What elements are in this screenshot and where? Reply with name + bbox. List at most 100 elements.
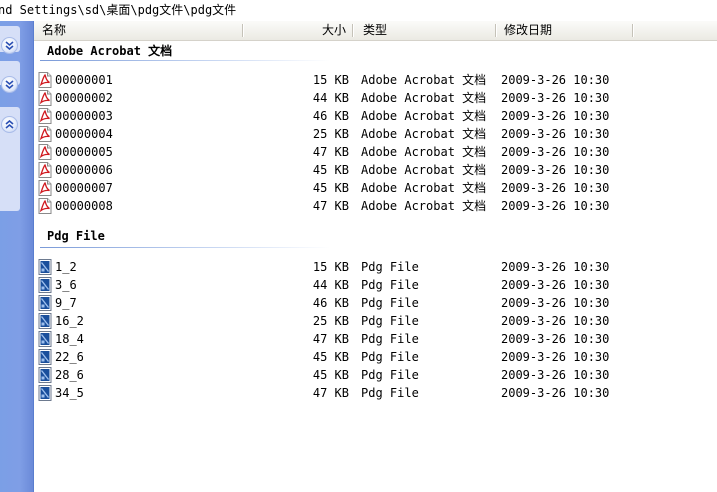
file-name: 1_2: [55, 260, 77, 274]
file-row[interactable]: 16_2 25 KB Pdg File 2009-3-26 10:30: [34, 312, 717, 330]
file-size: 15 KB: [312, 73, 349, 87]
expand-button-1[interactable]: [1, 37, 18, 54]
file-row[interactable]: 00000004 25 KB Adobe Acrobat 文档 2009-3-26 1…: [34, 125, 717, 143]
group-divider: [40, 247, 330, 248]
file-row[interactable]: 00000005 47 KB Adobe Acrobat 文档 2009-3-26 1…: [34, 143, 717, 161]
file-size: 47 KB: [312, 386, 349, 400]
file-name: 00000006: [55, 163, 113, 177]
file-row[interactable]: 18_4 47 KB Pdg File 2009-3-26 10:30: [34, 330, 717, 348]
column-header-type[interactable]: 类型: [363, 21, 387, 40]
pdg-file-icon: [37, 277, 53, 293]
file-name: 00000007: [55, 181, 113, 195]
pdg-file-icon: [37, 295, 53, 311]
file-modified: 2009-3-26 10:30: [501, 127, 610, 141]
pdg-file-icon: [37, 313, 53, 329]
file-modified: 2009-3-26 10:30: [501, 73, 610, 87]
file-row[interactable]: 00000001 15 KB Adobe Acrobat 文档 2009-3-26 1…: [34, 71, 717, 89]
file-name: 00000004: [55, 127, 113, 141]
group-header[interactable]: Pdg File: [47, 229, 105, 243]
file-type: Pdg File: [361, 368, 419, 382]
group-divider: [40, 60, 330, 61]
file-row[interactable]: 3_6 44 KB Pdg File 2009-3-26 10:30: [34, 276, 717, 294]
column-header-bar: 名称 大小 类型 修改日期: [34, 21, 717, 41]
file-name: 00000001: [55, 73, 113, 87]
pdf-file-icon: [37, 144, 53, 160]
pdf-file-icon: [37, 162, 53, 178]
chevron-up-icon: [5, 120, 14, 129]
file-size: 44 KB: [312, 91, 349, 105]
pdf-file-icon: [37, 108, 53, 124]
file-name: 00000008: [55, 199, 113, 213]
column-divider[interactable]: [495, 24, 496, 37]
collapse-button[interactable]: [1, 116, 18, 133]
file-modified: 2009-3-26 10:30: [501, 109, 610, 123]
file-modified: 2009-3-26 10:30: [501, 260, 610, 274]
file-row[interactable]: 00000008 47 KB Adobe Acrobat 文档 2009-3-26 1…: [34, 197, 717, 215]
address-bar[interactable]: nd Settings\sd\桌面\pdg文件\pdg文件: [0, 0, 717, 22]
pdg-file-icon: [37, 259, 53, 275]
file-type: Pdg File: [361, 278, 419, 292]
pdg-file-icon: [37, 385, 53, 401]
task-pane: [0, 21, 34, 492]
file-name: 34_5: [55, 386, 84, 400]
file-modified: 2009-3-26 10:30: [501, 91, 610, 105]
pdf-file-icon: [37, 198, 53, 214]
file-type: Pdg File: [361, 386, 419, 400]
file-modified: 2009-3-26 10:30: [501, 145, 610, 159]
file-name: 28_6: [55, 368, 84, 382]
file-size: 45 KB: [312, 163, 349, 177]
file-type: Adobe Acrobat 文档: [361, 109, 487, 123]
file-row[interactable]: 9_7 46 KB Pdg File 2009-3-26 10:30: [34, 294, 717, 312]
pdf-file-icon: [37, 180, 53, 196]
file-modified: 2009-3-26 10:30: [501, 296, 610, 310]
file-modified: 2009-3-26 10:30: [501, 332, 610, 346]
file-row[interactable]: 00000002 44 KB Adobe Acrobat 文档 2009-3-26 1…: [34, 89, 717, 107]
file-modified: 2009-3-26 10:30: [501, 163, 610, 177]
address-path: nd Settings\sd\桌面\pdg文件\pdg文件: [0, 3, 237, 17]
file-size: 15 KB: [312, 260, 349, 274]
file-type: Adobe Acrobat 文档: [361, 163, 487, 177]
file-size: 25 KB: [312, 314, 349, 328]
group-header[interactable]: Adobe Acrobat 文档: [47, 42, 172, 59]
file-row[interactable]: 00000006 45 KB Adobe Acrobat 文档 2009-3-26 1…: [34, 161, 717, 179]
column-divider[interactable]: [242, 24, 243, 37]
pdf-file-icon: [37, 90, 53, 106]
file-size: 47 KB: [312, 332, 349, 346]
column-header-modified[interactable]: 修改日期: [504, 21, 552, 40]
file-type: Adobe Acrobat 文档: [361, 91, 487, 105]
file-type: Pdg File: [361, 314, 419, 328]
file-size: 47 KB: [312, 145, 349, 159]
file-name: 22_6: [55, 350, 84, 364]
file-row[interactable]: 00000007 45 KB Adobe Acrobat 文档 2009-3-26 1…: [34, 179, 717, 197]
file-type: Pdg File: [361, 350, 419, 364]
file-row[interactable]: 1_2 15 KB Pdg File 2009-3-26 10:30: [34, 258, 717, 276]
column-divider[interactable]: [632, 24, 633, 37]
pdg-file-icon: [37, 331, 53, 347]
pdf-file-icon: [37, 72, 53, 88]
file-modified: 2009-3-26 10:30: [501, 368, 610, 382]
file-name: 16_2: [55, 314, 84, 328]
file-name: 00000002: [55, 91, 113, 105]
file-row[interactable]: 22_6 45 KB Pdg File 2009-3-26 10:30: [34, 348, 717, 366]
file-name: 9_7: [55, 296, 77, 310]
chevron-down-icon: [5, 80, 14, 89]
pdf-file-icon: [37, 126, 53, 142]
pdg-file-icon: [37, 367, 53, 383]
file-size: 45 KB: [312, 181, 349, 195]
file-row[interactable]: 28_6 45 KB Pdg File 2009-3-26 10:30: [34, 366, 717, 384]
file-type: Adobe Acrobat 文档: [361, 199, 487, 213]
pdg-file-icon: [37, 349, 53, 365]
file-modified: 2009-3-26 10:30: [501, 386, 610, 400]
column-divider[interactable]: [352, 24, 353, 37]
file-modified: 2009-3-26 10:30: [501, 350, 610, 364]
file-type: Adobe Acrobat 文档: [361, 127, 487, 141]
file-row[interactable]: 00000003 46 KB Adobe Acrobat 文档 2009-3-26 1…: [34, 107, 717, 125]
file-type: Adobe Acrobat 文档: [361, 181, 487, 195]
file-type: Adobe Acrobat 文档: [361, 145, 487, 159]
file-row[interactable]: 34_5 47 KB Pdg File 2009-3-26 10:30: [34, 384, 717, 402]
expand-button-2[interactable]: [1, 76, 18, 93]
column-header-name[interactable]: 名称: [42, 21, 66, 40]
chevron-down-icon: [5, 41, 14, 50]
column-header-size[interactable]: 大小: [322, 21, 346, 40]
file-modified: 2009-3-26 10:30: [501, 278, 610, 292]
